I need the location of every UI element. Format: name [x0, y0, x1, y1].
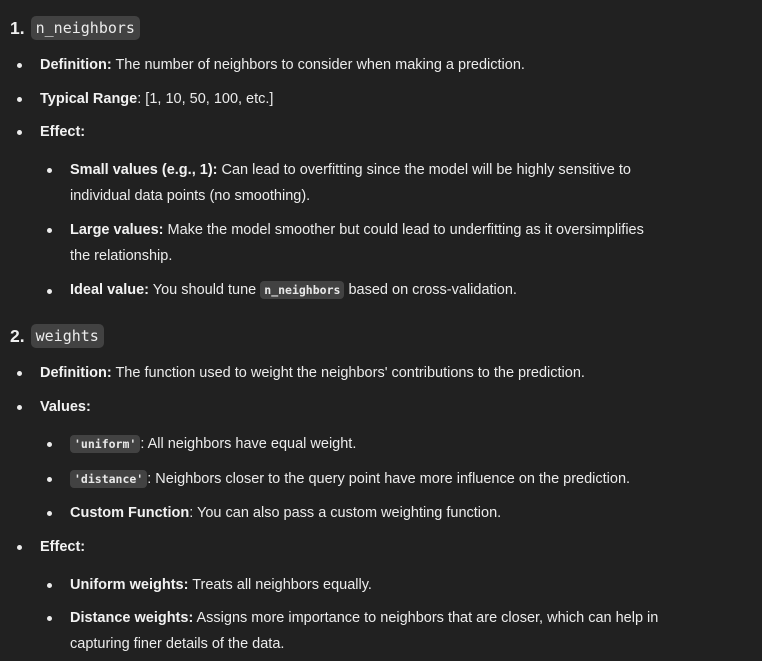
- inline-code: n_neighbors: [260, 281, 345, 299]
- bullet-icon: [47, 442, 52, 447]
- range-text: : [1, 10, 50, 100, etc.]: [137, 91, 274, 107]
- bullet-icon: [17, 405, 22, 410]
- list-item-ideal-value: Ideal value: You should tune n_neighbors…: [70, 277, 517, 303]
- custom-function-text: : You can also pass a custom weighting f…: [189, 505, 502, 521]
- bullet-icon: [47, 583, 52, 588]
- bullet-icon: [47, 228, 52, 233]
- small-values-text-cont: individual data points (no smoothing).: [70, 188, 311, 204]
- bullet-icon: [17, 130, 22, 135]
- list-item-range: Typical Range: [1, 10, 50, 100, etc.]: [40, 86, 273, 112]
- list-item-uniform-weights: Uniform weights: Treats all neighbors eq…: [70, 572, 372, 598]
- bullet-icon: [17, 97, 22, 102]
- list-item-uniform: 'uniform': All neighbors have equal weig…: [70, 431, 356, 457]
- param-code: weights: [30, 324, 104, 348]
- large-values-text: Make the model smoother but could lead t…: [163, 222, 644, 238]
- definition-text: The number of neighbors to consider when…: [111, 57, 525, 73]
- ideal-text: You should tune: [148, 282, 261, 298]
- label-effect: Effect:: [40, 124, 86, 140]
- list-item-values: Values:: [40, 394, 91, 420]
- list-item-distance-weights: Distance weights: Assigns more importanc…: [70, 605, 658, 657]
- list-item-definition: Definition: The number of neighbors to c…: [40, 52, 525, 78]
- list-item-effect: Effect:: [40, 119, 85, 145]
- list-item-custom-function: Custom Function: You can also pass a cus…: [70, 500, 501, 526]
- list-item-definition: Definition: The function used to weight …: [40, 360, 585, 386]
- list-item-effect: Effect:: [40, 534, 85, 560]
- list-item-small-values: Small values (e.g., 1): Can lead to over…: [70, 157, 631, 209]
- bullet-icon: [17, 371, 22, 376]
- bullet-icon: [17, 63, 22, 68]
- definition-text: The function used to weight the neighbor…: [111, 365, 585, 381]
- label-uniform-weights: Uniform weights:: [70, 577, 189, 593]
- section-number: 2.: [10, 325, 25, 346]
- label-definition: Definition:: [40, 365, 112, 381]
- ideal-text-cont: based on cross-validation.: [344, 282, 517, 298]
- bullet-icon: [47, 289, 52, 294]
- label-definition: Definition:: [40, 57, 112, 73]
- large-values-text-cont: the relationship.: [70, 248, 173, 264]
- section-2-heading: 2. weights: [10, 324, 104, 348]
- label-effect: Effect:: [40, 539, 86, 555]
- param-code: n_neighbors: [30, 16, 140, 40]
- bullet-icon: [47, 616, 52, 621]
- label-values: Values:: [40, 399, 91, 415]
- section-number: 1.: [10, 17, 25, 38]
- list-item-distance: 'distance': Neighbors closer to the quer…: [70, 466, 630, 492]
- bullet-icon: [47, 477, 52, 482]
- distance-text: : Neighbors closer to the query point ha…: [147, 471, 631, 487]
- bullet-icon: [47, 511, 52, 516]
- label-ideal-value: Ideal value:: [70, 282, 149, 298]
- section-1-heading: 1. n_neighbors: [10, 16, 140, 40]
- distance-weights-text-cont: capturing finer details of the data.: [70, 636, 285, 652]
- label-large-values: Large values:: [70, 222, 164, 238]
- list-item-large-values: Large values: Make the model smoother bu…: [70, 217, 644, 269]
- label-small-values: Small values (e.g., 1):: [70, 162, 218, 178]
- bullet-icon: [47, 168, 52, 173]
- label-custom-function: Custom Function: [70, 505, 190, 521]
- label-range: Typical Range: [40, 91, 138, 107]
- uniform-weights-text: Treats all neighbors equally.: [188, 577, 372, 593]
- uniform-text: : All neighbors have equal weight.: [140, 436, 357, 452]
- bullet-icon: [17, 545, 22, 550]
- inline-code: 'uniform': [70, 435, 141, 453]
- label-distance-weights: Distance weights:: [70, 610, 194, 626]
- inline-code: 'distance': [70, 470, 148, 488]
- small-values-text: Can lead to overfitting since the model …: [217, 162, 631, 178]
- distance-weights-text: Assigns more importance to neighbors tha…: [193, 610, 659, 626]
